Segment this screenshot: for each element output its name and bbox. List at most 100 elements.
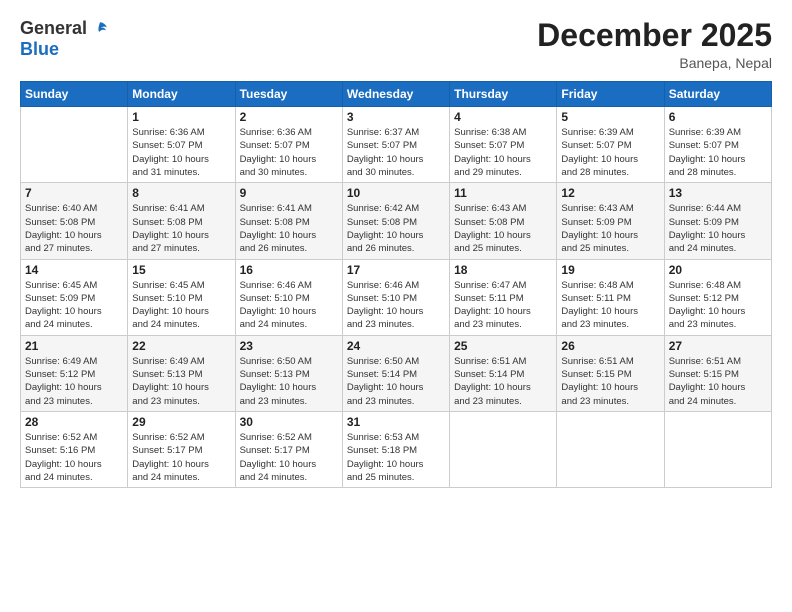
day-number: 18: [454, 263, 552, 277]
day-info: Sunrise: 6:36 AM Sunset: 5:07 PM Dayligh…: [132, 126, 230, 179]
calendar-cell: 25Sunrise: 6:51 AM Sunset: 5:14 PM Dayli…: [450, 335, 557, 411]
day-info: Sunrise: 6:39 AM Sunset: 5:07 PM Dayligh…: [669, 126, 767, 179]
day-info: Sunrise: 6:53 AM Sunset: 5:18 PM Dayligh…: [347, 431, 445, 484]
logo-bird-icon: [91, 20, 109, 38]
day-number: 15: [132, 263, 230, 277]
calendar-table: SundayMondayTuesdayWednesdayThursdayFrid…: [20, 81, 772, 488]
week-row-3: 21Sunrise: 6:49 AM Sunset: 5:12 PM Dayli…: [21, 335, 772, 411]
calendar-cell: 6 Sunrise: 6:39 AM Sunset: 5:07 PM Daylig…: [664, 107, 771, 183]
calendar-cell: 20 Sunrise: 6:48 AM Sunset: 5:12 PM Dayli…: [664, 259, 771, 335]
day-info: Sunrise: 6:48 AM Sunset: 5:12 PM Dayligh…: [669, 279, 767, 332]
day-number: 19: [561, 263, 659, 277]
day-info: Sunrise: 6:45 AM Sunset: 5:09 PM Dayligh…: [25, 279, 123, 332]
calendar-cell: 8Sunrise: 6:41 AM Sunset: 5:08 PM Daylig…: [128, 183, 235, 259]
day-number: 6: [669, 110, 767, 124]
day-header-monday: Monday: [128, 82, 235, 107]
calendar-cell: [450, 411, 557, 487]
day-number: 10: [347, 186, 445, 200]
day-number: 1: [132, 110, 230, 124]
day-header-sunday: Sunday: [21, 82, 128, 107]
calendar-cell: 29 Sunrise: 6:52 AM Sunset: 5:17 PM Dayli…: [128, 411, 235, 487]
day-info: Sunrise: 6:48 AM Sunset: 5:11 PM Dayligh…: [561, 279, 659, 332]
calendar-cell: 22 Sunrise: 6:49 AM Sunset: 5:13 PM Dayli…: [128, 335, 235, 411]
day-number: 28: [25, 415, 123, 429]
day-info: Sunrise: 6:39 AM Sunset: 5:07 PM Dayligh…: [561, 126, 659, 179]
day-info: Sunrise: 6:52 AM Sunset: 5:17 PM Dayligh…: [132, 431, 230, 484]
calendar-cell: 5 Sunrise: 6:39 AM Sunset: 5:07 PM Daylig…: [557, 107, 664, 183]
day-info: Sunrise: 6:51 AM Sunset: 5:15 PM Dayligh…: [561, 355, 659, 408]
day-info: Sunrise: 6:43 AM Sunset: 5:09 PM Dayligh…: [561, 202, 659, 255]
day-number: 16: [240, 263, 338, 277]
day-number: 21: [25, 339, 123, 353]
calendar-cell: [21, 107, 128, 183]
day-info: Sunrise: 6:36 AM Sunset: 5:07 PM Dayligh…: [240, 126, 338, 179]
day-number: 9: [240, 186, 338, 200]
day-header-tuesday: Tuesday: [235, 82, 342, 107]
logo: General Blue: [20, 18, 109, 60]
day-info: Sunrise: 6:42 AM Sunset: 5:08 PM Dayligh…: [347, 202, 445, 255]
calendar-cell: 14 Sunrise: 6:45 AM Sunset: 5:09 PM Dayli…: [21, 259, 128, 335]
day-number: 12: [561, 186, 659, 200]
day-number: 26: [561, 339, 659, 353]
calendar-cell: 31 Sunrise: 6:53 AM Sunset: 5:18 PM Dayli…: [342, 411, 449, 487]
day-number: 30: [240, 415, 338, 429]
calendar-cell: 23Sunrise: 6:50 AM Sunset: 5:13 PM Dayli…: [235, 335, 342, 411]
week-row-0: 1 Sunrise: 6:36 AM Sunset: 5:07 PM Daylig…: [21, 107, 772, 183]
week-row-4: 28Sunrise: 6:52 AM Sunset: 5:16 PM Dayli…: [21, 411, 772, 487]
day-info: Sunrise: 6:49 AM Sunset: 5:13 PM Dayligh…: [132, 355, 230, 408]
day-number: 24: [347, 339, 445, 353]
day-number: 7: [25, 186, 123, 200]
day-number: 22: [132, 339, 230, 353]
day-number: 5: [561, 110, 659, 124]
calendar-cell: 13 Sunrise: 6:44 AM Sunset: 5:09 PM Dayli…: [664, 183, 771, 259]
calendar-cell: 2 Sunrise: 6:36 AM Sunset: 5:07 PM Daylig…: [235, 107, 342, 183]
calendar-cell: 15 Sunrise: 6:45 AM Sunset: 5:10 PM Dayli…: [128, 259, 235, 335]
calendar-cell: 24 Sunrise: 6:50 AM Sunset: 5:14 PM Dayli…: [342, 335, 449, 411]
calendar-cell: 9 Sunrise: 6:41 AM Sunset: 5:08 PM Daylig…: [235, 183, 342, 259]
day-info: Sunrise: 6:51 AM Sunset: 5:15 PM Dayligh…: [669, 355, 767, 408]
day-info: Sunrise: 6:41 AM Sunset: 5:08 PM Dayligh…: [240, 202, 338, 255]
calendar-cell: 3 Sunrise: 6:37 AM Sunset: 5:07 PM Daylig…: [342, 107, 449, 183]
calendar-cell: 28Sunrise: 6:52 AM Sunset: 5:16 PM Dayli…: [21, 411, 128, 487]
day-header-saturday: Saturday: [664, 82, 771, 107]
day-number: 20: [669, 263, 767, 277]
logo-general-text: General: [20, 18, 87, 39]
day-info: Sunrise: 6:41 AM Sunset: 5:08 PM Dayligh…: [132, 202, 230, 255]
day-number: 4: [454, 110, 552, 124]
calendar-cell: 26 Sunrise: 6:51 AM Sunset: 5:15 PM Dayli…: [557, 335, 664, 411]
day-info: Sunrise: 6:44 AM Sunset: 5:09 PM Dayligh…: [669, 202, 767, 255]
calendar-cell: 27 Sunrise: 6:51 AM Sunset: 5:15 PM Dayli…: [664, 335, 771, 411]
calendar-cell: [664, 411, 771, 487]
location: Banepa, Nepal: [537, 55, 772, 71]
day-header-wednesday: Wednesday: [342, 82, 449, 107]
calendar-cell: 10 Sunrise: 6:42 AM Sunset: 5:08 PM Dayli…: [342, 183, 449, 259]
day-info: Sunrise: 6:50 AM Sunset: 5:14 PM Dayligh…: [347, 355, 445, 408]
week-row-1: 7 Sunrise: 6:40 AM Sunset: 5:08 PM Daylig…: [21, 183, 772, 259]
day-number: 14: [25, 263, 123, 277]
calendar-cell: 18 Sunrise: 6:47 AM Sunset: 5:11 PM Dayli…: [450, 259, 557, 335]
calendar-cell: 21Sunrise: 6:49 AM Sunset: 5:12 PM Dayli…: [21, 335, 128, 411]
day-info: Sunrise: 6:51 AM Sunset: 5:14 PM Dayligh…: [454, 355, 552, 408]
day-number: 29: [132, 415, 230, 429]
day-info: Sunrise: 6:40 AM Sunset: 5:08 PM Dayligh…: [25, 202, 123, 255]
calendar-cell: 1 Sunrise: 6:36 AM Sunset: 5:07 PM Daylig…: [128, 107, 235, 183]
day-number: 3: [347, 110, 445, 124]
day-info: Sunrise: 6:50 AM Sunset: 5:13 PM Dayligh…: [240, 355, 338, 408]
logo-blue-text: Blue: [20, 39, 59, 60]
day-info: Sunrise: 6:45 AM Sunset: 5:10 PM Dayligh…: [132, 279, 230, 332]
day-info: Sunrise: 6:37 AM Sunset: 5:07 PM Dayligh…: [347, 126, 445, 179]
week-row-2: 14 Sunrise: 6:45 AM Sunset: 5:09 PM Dayli…: [21, 259, 772, 335]
day-info: Sunrise: 6:47 AM Sunset: 5:11 PM Dayligh…: [454, 279, 552, 332]
day-number: 2: [240, 110, 338, 124]
calendar-cell: 17Sunrise: 6:46 AM Sunset: 5:10 PM Dayli…: [342, 259, 449, 335]
day-number: 27: [669, 339, 767, 353]
day-header-thursday: Thursday: [450, 82, 557, 107]
day-info: Sunrise: 6:43 AM Sunset: 5:08 PM Dayligh…: [454, 202, 552, 255]
calendar-cell: [557, 411, 664, 487]
day-info: Sunrise: 6:52 AM Sunset: 5:17 PM Dayligh…: [240, 431, 338, 484]
day-number: 17: [347, 263, 445, 277]
day-info: Sunrise: 6:46 AM Sunset: 5:10 PM Dayligh…: [240, 279, 338, 332]
day-number: 31: [347, 415, 445, 429]
day-info: Sunrise: 6:38 AM Sunset: 5:07 PM Dayligh…: [454, 126, 552, 179]
day-number: 13: [669, 186, 767, 200]
